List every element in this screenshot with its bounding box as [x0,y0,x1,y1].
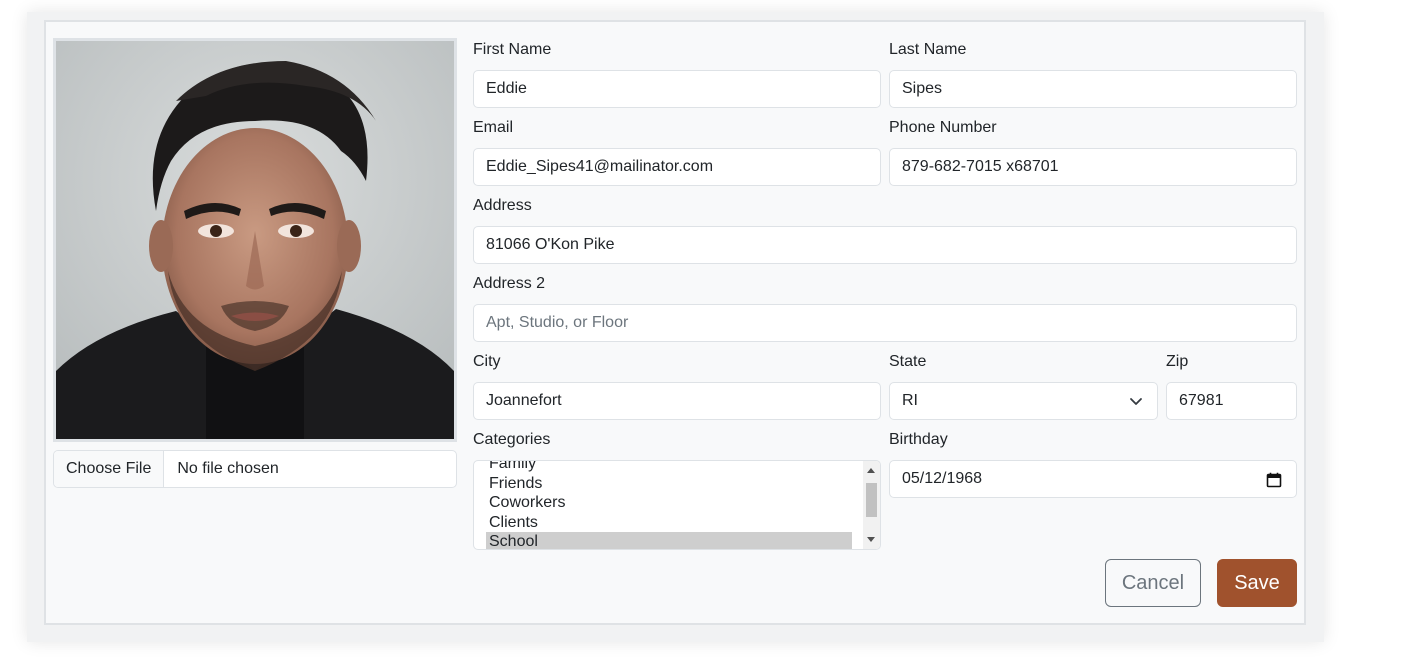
categories-scrollbar[interactable] [863,461,880,549]
category-option-friends[interactable]: Friends [486,474,852,494]
address-input[interactable]: 81066 O'Kon Pike [473,226,1297,264]
cancel-button[interactable]: Cancel [1105,559,1201,607]
state-select-value: RI [902,392,918,409]
city-input[interactable]: Joannefort [473,382,881,420]
birthday-input[interactable]: 05/12/1968 [889,460,1297,498]
first-name-input[interactable]: Eddie [473,70,881,108]
file-status-text: No file chosen [177,460,279,477]
address-label: Address [473,197,532,214]
phone-input[interactable]: 879-682-7015 x68701 [889,148,1297,186]
birthday-label: Birthday [889,431,948,448]
phone-label: Phone Number [889,119,997,136]
profile-photo-image [56,41,454,439]
birthday-value: 05/12/1968 [902,470,983,487]
zip-input[interactable]: 67981 [1166,382,1297,420]
category-option-school[interactable]: School [486,532,852,549]
first-name-label: First Name [473,41,552,58]
state-select[interactable]: RI [889,382,1158,420]
category-option-family[interactable]: Family [486,461,852,474]
category-option-clients[interactable]: Clients [486,513,852,533]
profile-photo [53,38,457,442]
email-label: Email [473,119,514,136]
categories-label: Categories [473,431,551,448]
calendar-icon[interactable] [1266,472,1282,488]
scroll-down-arrow-icon[interactable] [867,537,875,542]
scroll-up-arrow-icon[interactable] [867,468,875,473]
email-input[interactable]: Eddie_Sipes41@mailinator.com [473,148,881,186]
category-option-coworkers[interactable]: Coworkers [486,493,852,513]
categories-listbox[interactable]: Family Friends Coworkers Clients School [473,460,881,550]
save-button[interactable]: Save [1217,559,1297,607]
state-label: State [889,353,927,370]
zip-label: Zip [1166,353,1189,370]
city-label: City [473,353,501,370]
photo-file-input[interactable]: Choose File No file chosen [53,450,457,488]
choose-file-button[interactable]: Choose File [54,451,165,487]
last-name-label: Last Name [889,41,967,58]
address2-input[interactable]: Apt, Studio, or Floor [473,304,1297,342]
address2-label: Address 2 [473,275,546,292]
chevron-down-icon [1130,398,1142,405]
last-name-input[interactable]: Sipes [889,70,1297,108]
scrollbar-thumb[interactable] [866,483,877,517]
categories-options: Family Friends Coworkers Clients School [486,461,852,549]
